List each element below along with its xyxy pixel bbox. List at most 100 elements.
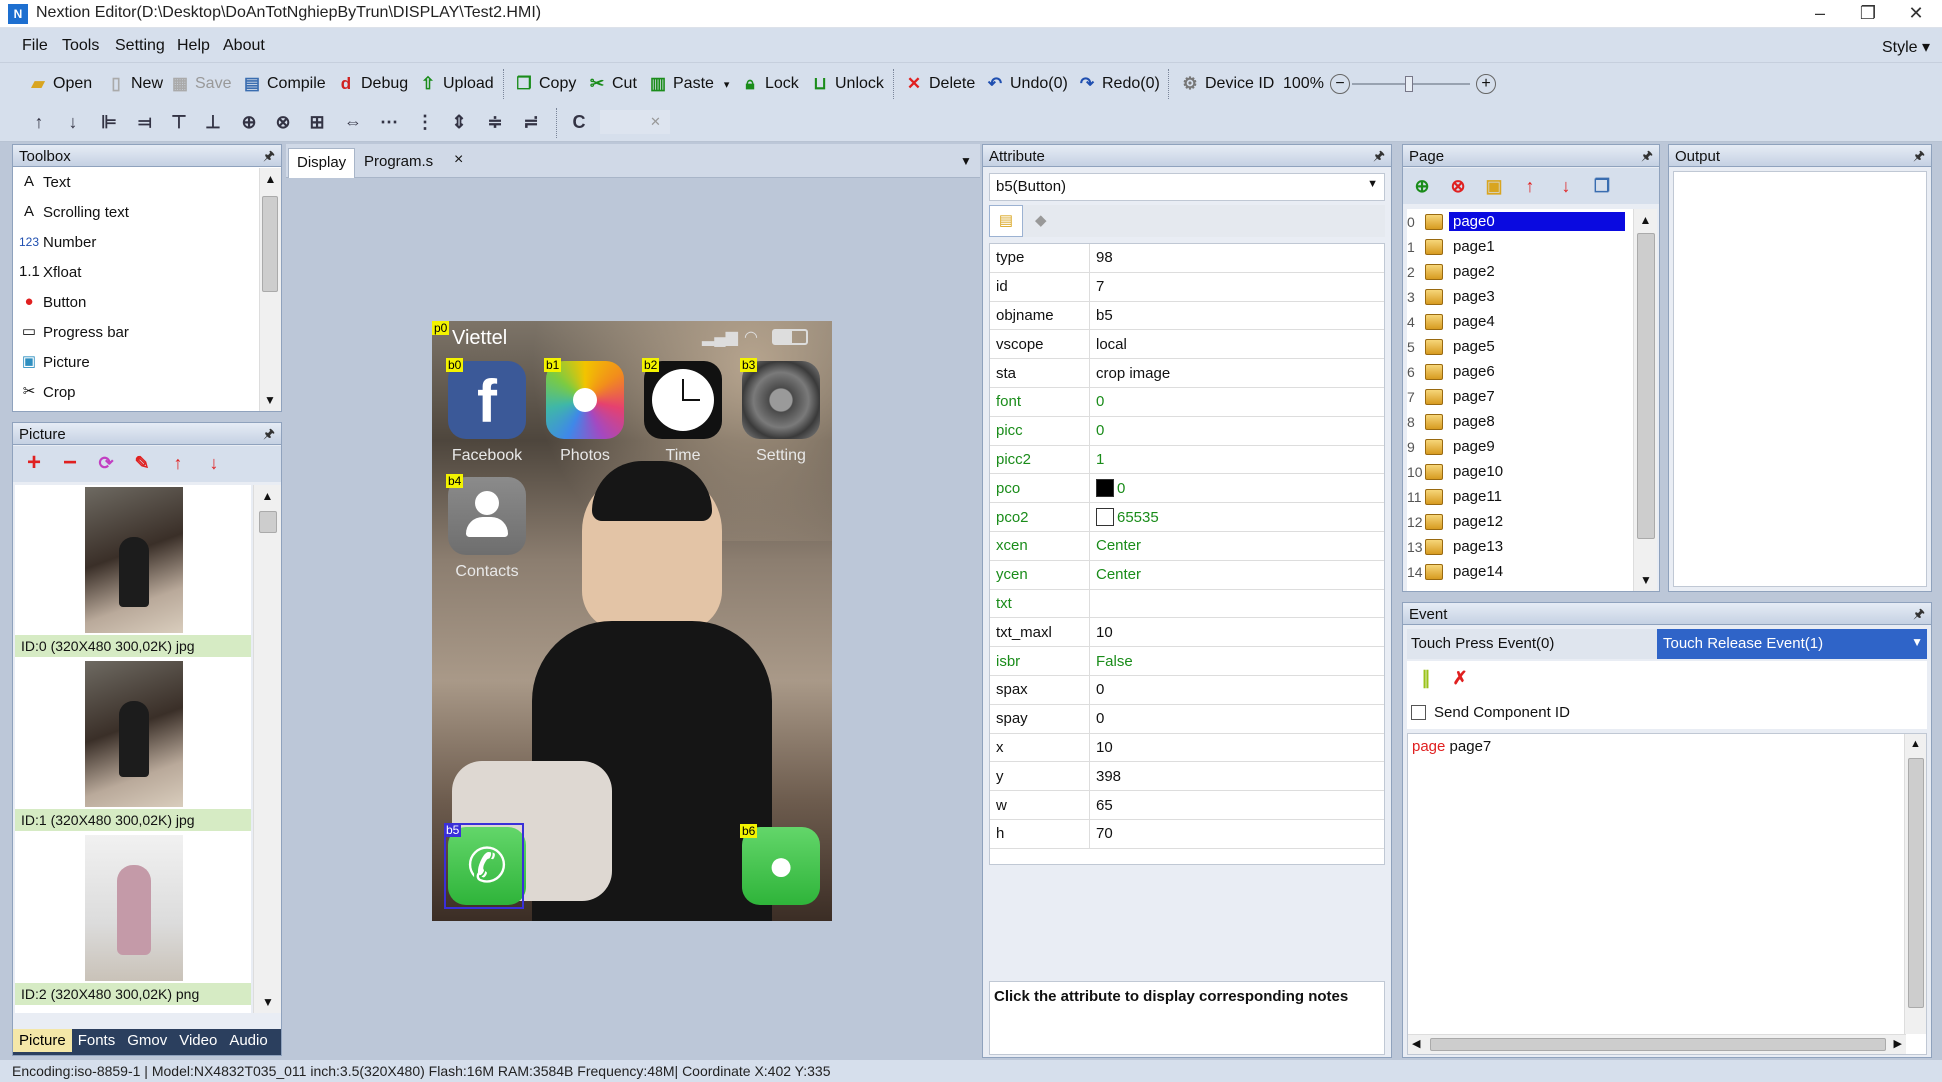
- zoom-slider-thumb[interactable]: [1405, 76, 1413, 92]
- grid-icon[interactable]: ⊞: [304, 109, 330, 135]
- copy-page-icon[interactable]: ❐: [1589, 173, 1615, 199]
- menu-tools[interactable]: Tools: [62, 37, 99, 55]
- new-button[interactable]: ▯ New: [106, 73, 163, 95]
- attribute-value[interactable]: 70: [1090, 825, 1113, 842]
- attribute-row[interactable]: pco2 65535: [990, 503, 1384, 532]
- message-icon[interactable]: ●: [742, 827, 820, 905]
- attribute-row[interactable]: sta crop image: [990, 359, 1384, 388]
- paste-dropdown-icon[interactable]: ▾: [724, 78, 730, 91]
- align-left-icon[interactable]: ⊫: [96, 109, 122, 135]
- unlock-button[interactable]: ⊔ Unlock: [810, 73, 884, 95]
- attribute-row[interactable]: pco 0: [990, 474, 1384, 504]
- replace-icon[interactable]: ⟳: [93, 450, 119, 476]
- toolbox-scrollbar[interactable]: ▲ ▼: [259, 168, 281, 411]
- chevron-down-icon[interactable]: ▼: [1911, 635, 1923, 649]
- attribute-value[interactable]: 0: [1090, 422, 1104, 439]
- redo-button[interactable]: ↷ Redo(0): [1077, 73, 1160, 95]
- attribute-value[interactable]: 7: [1090, 278, 1104, 295]
- close-icon[interactable]: ✕: [1894, 0, 1938, 26]
- scroll-up-icon[interactable]: ▲: [1634, 209, 1657, 227]
- attribute-row[interactable]: vscope local: [990, 330, 1384, 360]
- scroll-left-icon[interactable]: ◀: [1412, 1037, 1420, 1050]
- attribute-row[interactable]: spax 0: [990, 675, 1384, 705]
- lock-button[interactable]: 🔒︎ Lock: [740, 73, 798, 95]
- move-down-icon[interactable]: ↓: [1553, 173, 1579, 199]
- page-item[interactable]: 8 page8: [1407, 409, 1633, 434]
- attribute-value[interactable]: 65535: [1090, 508, 1159, 527]
- picture-thumb[interactable]: [85, 487, 183, 633]
- phone-screen[interactable]: p0 Viettel ▂▄▆ ◠ f b0 Facebook b1 Photos…: [432, 321, 832, 921]
- align-right-icon[interactable]: ⫤: [132, 109, 158, 135]
- attribute-row[interactable]: id 7: [990, 272, 1384, 302]
- attribute-value[interactable]: 0: [1090, 710, 1104, 727]
- style-menu[interactable]: Style ▾: [1882, 37, 1930, 57]
- tab-dropdown-icon[interactable]: ▼: [960, 154, 972, 168]
- menu-about[interactable]: About: [223, 37, 265, 55]
- add-icon[interactable]: +: [21, 450, 47, 476]
- page-scrollbar[interactable]: ▲ ▼: [1633, 209, 1657, 591]
- attribute-row[interactable]: xcen Center: [990, 531, 1384, 561]
- event-code-editor[interactable]: page page7 ▲ ◀ ▶: [1407, 733, 1927, 1055]
- cut-button[interactable]: ✂ Cut: [587, 73, 637, 95]
- send-component-id[interactable]: Send Component ID: [1407, 695, 1927, 729]
- debug-button[interactable]: d Debug: [336, 73, 408, 95]
- tab-display[interactable]: Display: [288, 148, 356, 178]
- picture-caption[interactable]: ID:0 (320X480 300,02K) jpg: [15, 635, 251, 657]
- pin-icon[interactable]: 🖈︎: [1641, 147, 1653, 169]
- send-id-checkbox[interactable]: [1411, 704, 1426, 720]
- tab-touch-release[interactable]: Touch Release Event(1) ▼: [1657, 629, 1927, 659]
- attribute-value[interactable]: 1: [1090, 451, 1104, 468]
- align-bottom-icon[interactable]: ⊥: [200, 109, 226, 135]
- attribute-value[interactable]: local: [1090, 336, 1127, 353]
- save-button[interactable]: ▦ Save: [170, 73, 232, 95]
- page-item[interactable]: 4 page4: [1407, 309, 1633, 334]
- zoom-out-icon[interactable]: −: [1330, 74, 1350, 94]
- pin-icon[interactable]: 🖈︎: [1913, 147, 1925, 169]
- distribute-h-icon[interactable]: ⋯: [376, 109, 402, 135]
- page-item[interactable]: 0 page0: [1407, 209, 1633, 234]
- compile-button[interactable]: ▤ Compile: [242, 73, 326, 95]
- toolbox-item[interactable]: ✂ Crop: [13, 377, 281, 407]
- scroll-down-icon[interactable]: ▼: [260, 393, 280, 407]
- scroll-right-icon[interactable]: ▶: [1894, 1037, 1902, 1050]
- edit-icon[interactable]: ✎: [129, 450, 155, 476]
- attribute-value[interactable]: 10: [1090, 624, 1113, 641]
- center-horizontal-icon[interactable]: ⊕: [236, 109, 262, 135]
- picture-caption[interactable]: ID:1 (320X480 300,02K) jpg: [15, 809, 251, 831]
- output-area[interactable]: [1673, 171, 1927, 587]
- tab-video[interactable]: Video: [173, 1029, 223, 1052]
- attribute-value[interactable]: 98: [1090, 249, 1113, 266]
- attribute-value[interactable]: 0: [1090, 681, 1104, 698]
- center-vertical-icon[interactable]: ⊗: [270, 109, 296, 135]
- toolbox-item[interactable]: 1.1 Xfloat: [13, 257, 281, 287]
- page-item[interactable]: 11 page11: [1407, 484, 1633, 509]
- arrow-up-icon[interactable]: ↑: [26, 109, 52, 135]
- paste-button[interactable]: ▥ Paste ▾: [648, 73, 729, 95]
- attribute-value[interactable]: 0: [1090, 479, 1125, 498]
- close-icon[interactable]: ✕: [650, 114, 661, 130]
- page-item[interactable]: 12 page12: [1407, 509, 1633, 534]
- page-item[interactable]: 3 page3: [1407, 284, 1633, 309]
- pin-icon[interactable]: 🖈︎: [263, 147, 275, 169]
- attribute-value[interactable]: 10: [1090, 739, 1113, 756]
- photos-icon[interactable]: [546, 361, 624, 439]
- restore-icon[interactable]: ❐: [1846, 0, 1890, 26]
- insert-page-icon[interactable]: ▣: [1481, 173, 1507, 199]
- attribute-row[interactable]: txt: [990, 589, 1384, 619]
- attribute-value[interactable]: Center: [1090, 566, 1141, 583]
- scroll-up-icon[interactable]: ▲: [254, 485, 281, 503]
- categorized-icon[interactable]: ▤: [989, 205, 1023, 237]
- scroll-thumb[interactable]: [262, 196, 278, 292]
- attribute-row[interactable]: ycen Center: [990, 560, 1384, 590]
- attribute-value[interactable]: False: [1090, 653, 1133, 670]
- toolbox-item[interactable]: 123 Number: [13, 227, 281, 257]
- same-height-icon[interactable]: ⇕: [446, 109, 472, 135]
- attribute-value[interactable]: 65: [1090, 797, 1113, 814]
- delete-button[interactable]: ✕ Delete: [904, 73, 975, 95]
- sort-icon[interactable]: ◆: [1035, 211, 1047, 229]
- picture-thumb[interactable]: [85, 661, 183, 807]
- remove-icon[interactable]: −: [57, 450, 83, 476]
- attribute-row[interactable]: spay 0: [990, 704, 1384, 734]
- comment-icon[interactable]: ∥: [1413, 665, 1439, 691]
- menu-file[interactable]: File: [22, 37, 48, 55]
